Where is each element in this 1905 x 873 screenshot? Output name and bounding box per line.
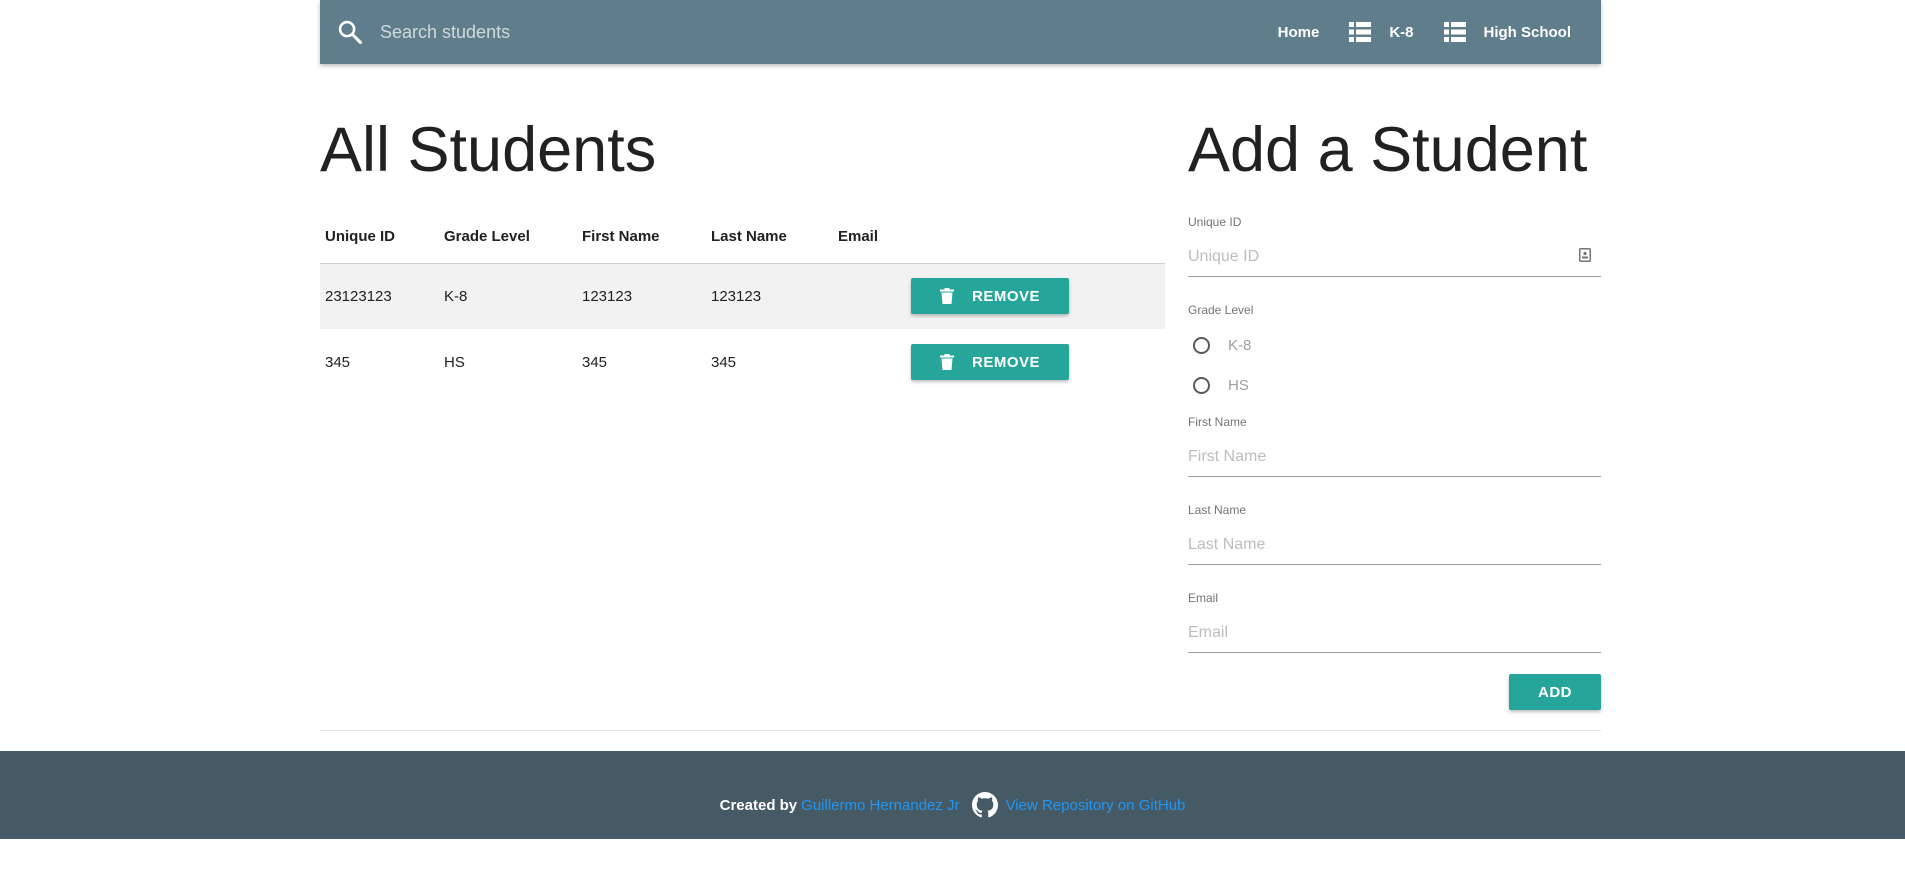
- column-header-email: Email: [833, 210, 906, 264]
- students-table: Unique ID Grade Level First Name Last Na…: [320, 210, 1165, 395]
- last-name-label: Last Name: [1188, 503, 1247, 517]
- remove-button[interactable]: REMOVE: [911, 278, 1069, 315]
- table-header-row: Unique ID Grade Level First Name Last Na…: [320, 210, 1165, 264]
- radio-circle[interactable]: [1193, 377, 1210, 394]
- radio-hs-label: HS: [1228, 377, 1249, 394]
- list-icon: [1443, 22, 1466, 42]
- created-by-text: Created by: [719, 796, 798, 814]
- unique-id-label: Unique ID: [1188, 215, 1242, 229]
- search-icon[interactable]: [336, 18, 364, 46]
- nav-link-high-school[interactable]: High School: [1429, 0, 1587, 64]
- email-label: Email: [1188, 591, 1219, 605]
- nav-link-home-label: Home: [1277, 23, 1320, 41]
- column-header-actions: [906, 210, 1165, 264]
- cell-grade-level: HS: [444, 353, 465, 371]
- list-icon: [1349, 22, 1372, 42]
- table-row: 345 HS 345 345 REMOVE: [320, 329, 1165, 395]
- trash-icon: [939, 354, 954, 370]
- cell-actions: REMOVE: [906, 263, 1165, 329]
- cell-first-name: 123123: [577, 263, 706, 329]
- trash-icon: [939, 288, 954, 305]
- remove-button[interactable]: REMOVE: [911, 344, 1069, 380]
- add-button[interactable]: ADD: [1509, 674, 1601, 710]
- divider: [320, 730, 1601, 731]
- radio-k8[interactable]: K-8: [1188, 337, 1251, 354]
- last-name-field[interactable]: [1188, 525, 1601, 565]
- unique-id-field[interactable]: [1188, 237, 1601, 277]
- first-name-label: First Name: [1188, 415, 1247, 429]
- column-header-unique-id: Unique ID: [320, 210, 439, 264]
- cell-unique-id: 345: [325, 353, 351, 371]
- cell-first-name: 345: [582, 353, 608, 371]
- column-header-first-name: First Name: [577, 210, 706, 264]
- radio-k8-label: K-8: [1228, 337, 1252, 354]
- id-badge-icon: [1579, 248, 1591, 262]
- nav-link-high-school-label: High School: [1483, 23, 1572, 41]
- radio-circle[interactable]: [1193, 337, 1210, 354]
- cell-email: [833, 329, 906, 395]
- table-row: 23123123 K-8 123123 123123 REMOVE: [320, 263, 1165, 329]
- github-icon[interactable]: [971, 792, 998, 818]
- author-link[interactable]: Guillermo Hernandez Jr: [801, 797, 959, 814]
- footer-content: Created by Guillermo Hernandez Jr View R…: [719, 792, 1186, 818]
- footer: Created by Guillermo Hernandez Jr View R…: [0, 751, 1905, 839]
- cell-unique-id: 23123123: [320, 263, 439, 329]
- add-student-heading: Add a Student: [1188, 115, 1588, 185]
- column-header-grade-level: Grade Level: [439, 210, 577, 264]
- grade-level-label: Grade Level: [1188, 303, 1254, 317]
- remove-button-label: REMOVE: [971, 287, 1040, 305]
- cell-last-name: 123123: [706, 263, 833, 329]
- cell-last-name: 345: [711, 353, 737, 371]
- cell-actions: REMOVE: [906, 329, 1165, 395]
- cell-grade-level: K-8: [439, 263, 577, 329]
- cell-email: [833, 263, 906, 329]
- top-navbar: Home K-8 High School: [320, 0, 1601, 64]
- email-field[interactable]: [1188, 613, 1601, 653]
- nav-link-home[interactable]: Home: [1263, 0, 1335, 64]
- search-input[interactable]: [380, 14, 980, 50]
- column-header-last-name: Last Name: [706, 210, 833, 264]
- remove-button-label: REMOVE: [971, 353, 1040, 371]
- first-name-field[interactable]: [1188, 437, 1601, 477]
- nav-links: Home K-8 High School: [1263, 0, 1586, 64]
- nav-link-k8[interactable]: K-8: [1334, 0, 1428, 64]
- radio-hs[interactable]: HS: [1188, 377, 1249, 394]
- repository-link[interactable]: View Repository on GitHub: [1006, 797, 1186, 814]
- all-students-heading: All Students: [320, 115, 657, 185]
- nav-link-k8-label: K-8: [1389, 23, 1414, 41]
